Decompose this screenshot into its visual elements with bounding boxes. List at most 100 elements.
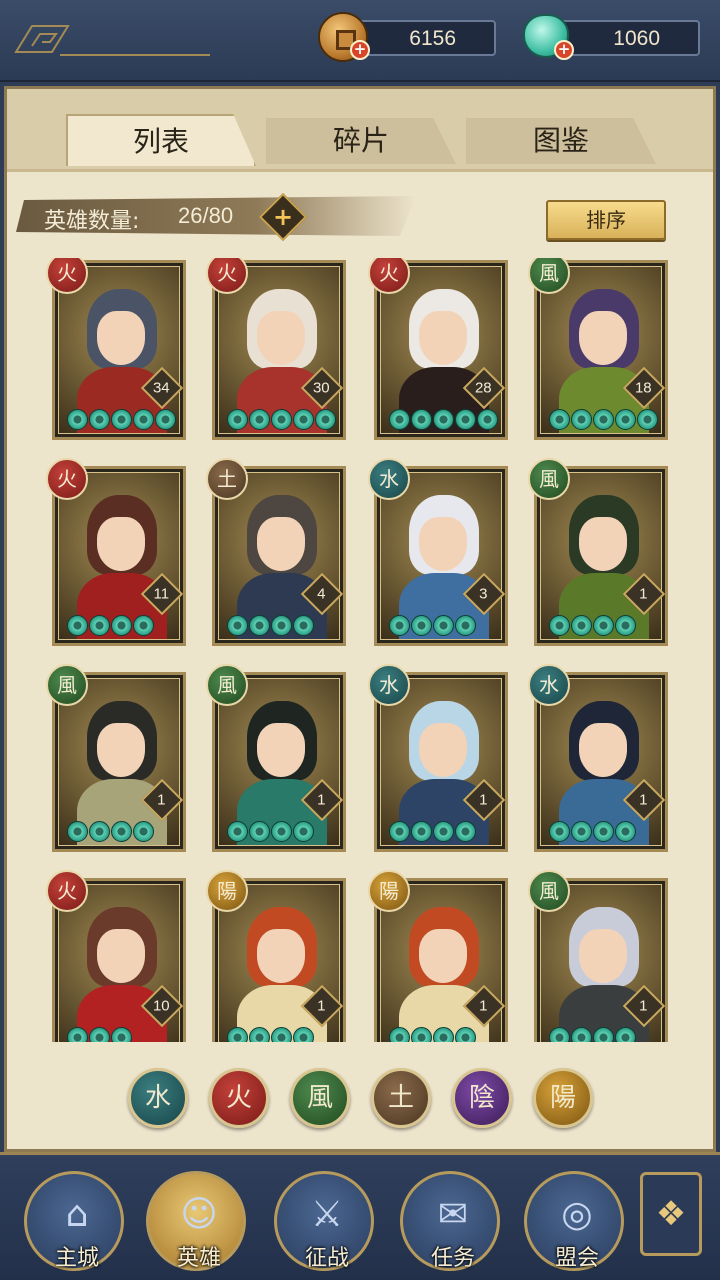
hero-star-row xyxy=(227,821,314,842)
element-filter-button[interactable]: 陰 xyxy=(452,1068,512,1128)
nav-label: 盟会 xyxy=(554,1246,599,1271)
add-coin-button[interactable]: + xyxy=(350,40,370,60)
nav-quest-scroll[interactable]: ✉ 任务 xyxy=(400,1171,500,1271)
hero-face xyxy=(257,723,305,777)
hero-level: 3 xyxy=(479,585,488,603)
jade-star-icon xyxy=(111,615,132,636)
hero-star-row xyxy=(227,1027,314,1042)
element-filter-button[interactable]: 火 xyxy=(209,1068,269,1128)
jade-star-icon xyxy=(389,615,410,636)
jade-star-icon xyxy=(111,821,132,842)
jade-star-icon xyxy=(455,821,476,842)
element-filter-button[interactable]: 土 xyxy=(371,1068,431,1128)
nav-guild[interactable]: ◎ 盟会 xyxy=(524,1171,624,1271)
jade-star-icon xyxy=(249,821,270,842)
jade-star-icon xyxy=(271,1027,292,1042)
jade-star-icon xyxy=(615,821,636,842)
hero-face xyxy=(579,311,627,365)
hero-face xyxy=(97,311,145,365)
hero-element-badge: 陽 xyxy=(206,870,248,912)
tab-fragments[interactable]: 碎片 xyxy=(266,118,456,164)
hero-level: 1 xyxy=(639,997,648,1015)
jade-star-icon xyxy=(411,409,432,430)
tab-list[interactable]: 列表 xyxy=(66,114,256,166)
hero-level: 1 xyxy=(639,791,648,809)
element-filter-button[interactable]: 水 xyxy=(128,1068,188,1128)
nav-battle[interactable]: ⚔ 征战 xyxy=(274,1171,374,1271)
jade-star-icon xyxy=(615,1027,636,1042)
jade-star-icon xyxy=(549,615,570,636)
jade-star-icon xyxy=(227,615,248,636)
hero-level: 1 xyxy=(317,791,326,809)
tab-codex[interactable]: 图鉴 xyxy=(466,118,656,164)
hero-element-badge: 風 xyxy=(206,664,248,706)
hero-element-badge: 風 xyxy=(528,870,570,912)
hero-star-row xyxy=(389,1027,476,1042)
jade-star-icon xyxy=(571,615,592,636)
jade-star-icon xyxy=(389,409,410,430)
hero-level: 30 xyxy=(312,379,330,397)
jade-star-icon xyxy=(455,615,476,636)
menu-divider xyxy=(60,54,210,56)
hero-grid: 34 火 30 火 28 火 18 風 11 火 4 土 3 水 1 風 1 風 1 風 1 水 1 水 10 火 1 陽 1 陽 1 風 xyxy=(20,258,700,1042)
jade-star-icon xyxy=(411,821,432,842)
jade-star-icon xyxy=(571,409,592,430)
hero-level: 34 xyxy=(152,379,170,397)
jade-star-icon xyxy=(111,1027,132,1042)
hero-star-row xyxy=(67,615,154,636)
hero-portrait-icon: ☺ xyxy=(180,1194,218,1235)
jade-star-icon xyxy=(411,615,432,636)
hero-element-badge: 火 xyxy=(46,870,88,912)
nav-palace[interactable]: ⌂ 主城 xyxy=(24,1171,124,1271)
hero-star-row xyxy=(549,615,636,636)
hero-star-row xyxy=(549,821,636,842)
hero-element-badge: 土 xyxy=(206,458,248,500)
hero-level: 18 xyxy=(634,379,652,397)
hero-face xyxy=(97,723,145,777)
hero-count-label: 英雄数量: xyxy=(44,209,140,234)
element-filter-button[interactable]: 陽 xyxy=(533,1068,593,1128)
jade-star-icon xyxy=(67,409,88,430)
nav-label: 主城 xyxy=(54,1246,99,1271)
jade-star-icon xyxy=(571,1027,592,1042)
jade-star-icon xyxy=(67,821,88,842)
jade-star-icon xyxy=(271,615,292,636)
jade-star-icon xyxy=(389,1027,410,1042)
nav-hero-portrait[interactable]: ☺ 英雄 xyxy=(146,1171,246,1271)
menu-emblem-icon[interactable] xyxy=(12,22,72,58)
jade-star-icon xyxy=(67,1027,88,1042)
jade-star-icon xyxy=(133,615,154,636)
hero-star-row xyxy=(389,821,476,842)
hero-level: 1 xyxy=(639,585,648,603)
add-jade-button[interactable]: + xyxy=(554,40,574,60)
hero-element-badge: 風 xyxy=(528,458,570,500)
jade-star-icon xyxy=(593,821,614,842)
element-filter-row: 水火風土陰陽 xyxy=(128,1068,598,1130)
element-filter-button[interactable]: 風 xyxy=(290,1068,350,1128)
sort-button[interactable]: 排序 xyxy=(546,200,666,240)
hero-element-badge: 風 xyxy=(46,664,88,706)
hero-face xyxy=(419,929,467,983)
jade-star-icon xyxy=(615,615,636,636)
jade-star-icon xyxy=(249,615,270,636)
hero-count-value: 26/80 xyxy=(178,203,234,228)
hero-element-badge: 火 xyxy=(46,458,88,500)
plus-icon: + xyxy=(272,203,294,231)
bottom-nav: ⌂ 主城 ☺ 英雄 ⚔ 征战 ✉ 任务 ◎ 盟会 xyxy=(0,1152,720,1280)
jade-star-icon xyxy=(593,1027,614,1042)
more-menu-button[interactable]: ❖ xyxy=(640,1172,702,1256)
hero-star-row xyxy=(549,409,658,430)
jade-star-icon xyxy=(477,409,498,430)
hero-star-row xyxy=(67,821,154,842)
jade-star-icon xyxy=(455,1027,476,1042)
jade-star-icon xyxy=(133,821,154,842)
jade-star-icon xyxy=(227,409,248,430)
jade-star-icon xyxy=(227,1027,248,1042)
jade-star-icon xyxy=(593,409,614,430)
hero-face xyxy=(579,929,627,983)
hero-level: 4 xyxy=(317,585,326,603)
jade-value: 1060 xyxy=(613,27,660,50)
hero-face xyxy=(419,723,467,777)
jade-star-icon xyxy=(89,409,110,430)
hero-element-badge: 陽 xyxy=(368,870,410,912)
